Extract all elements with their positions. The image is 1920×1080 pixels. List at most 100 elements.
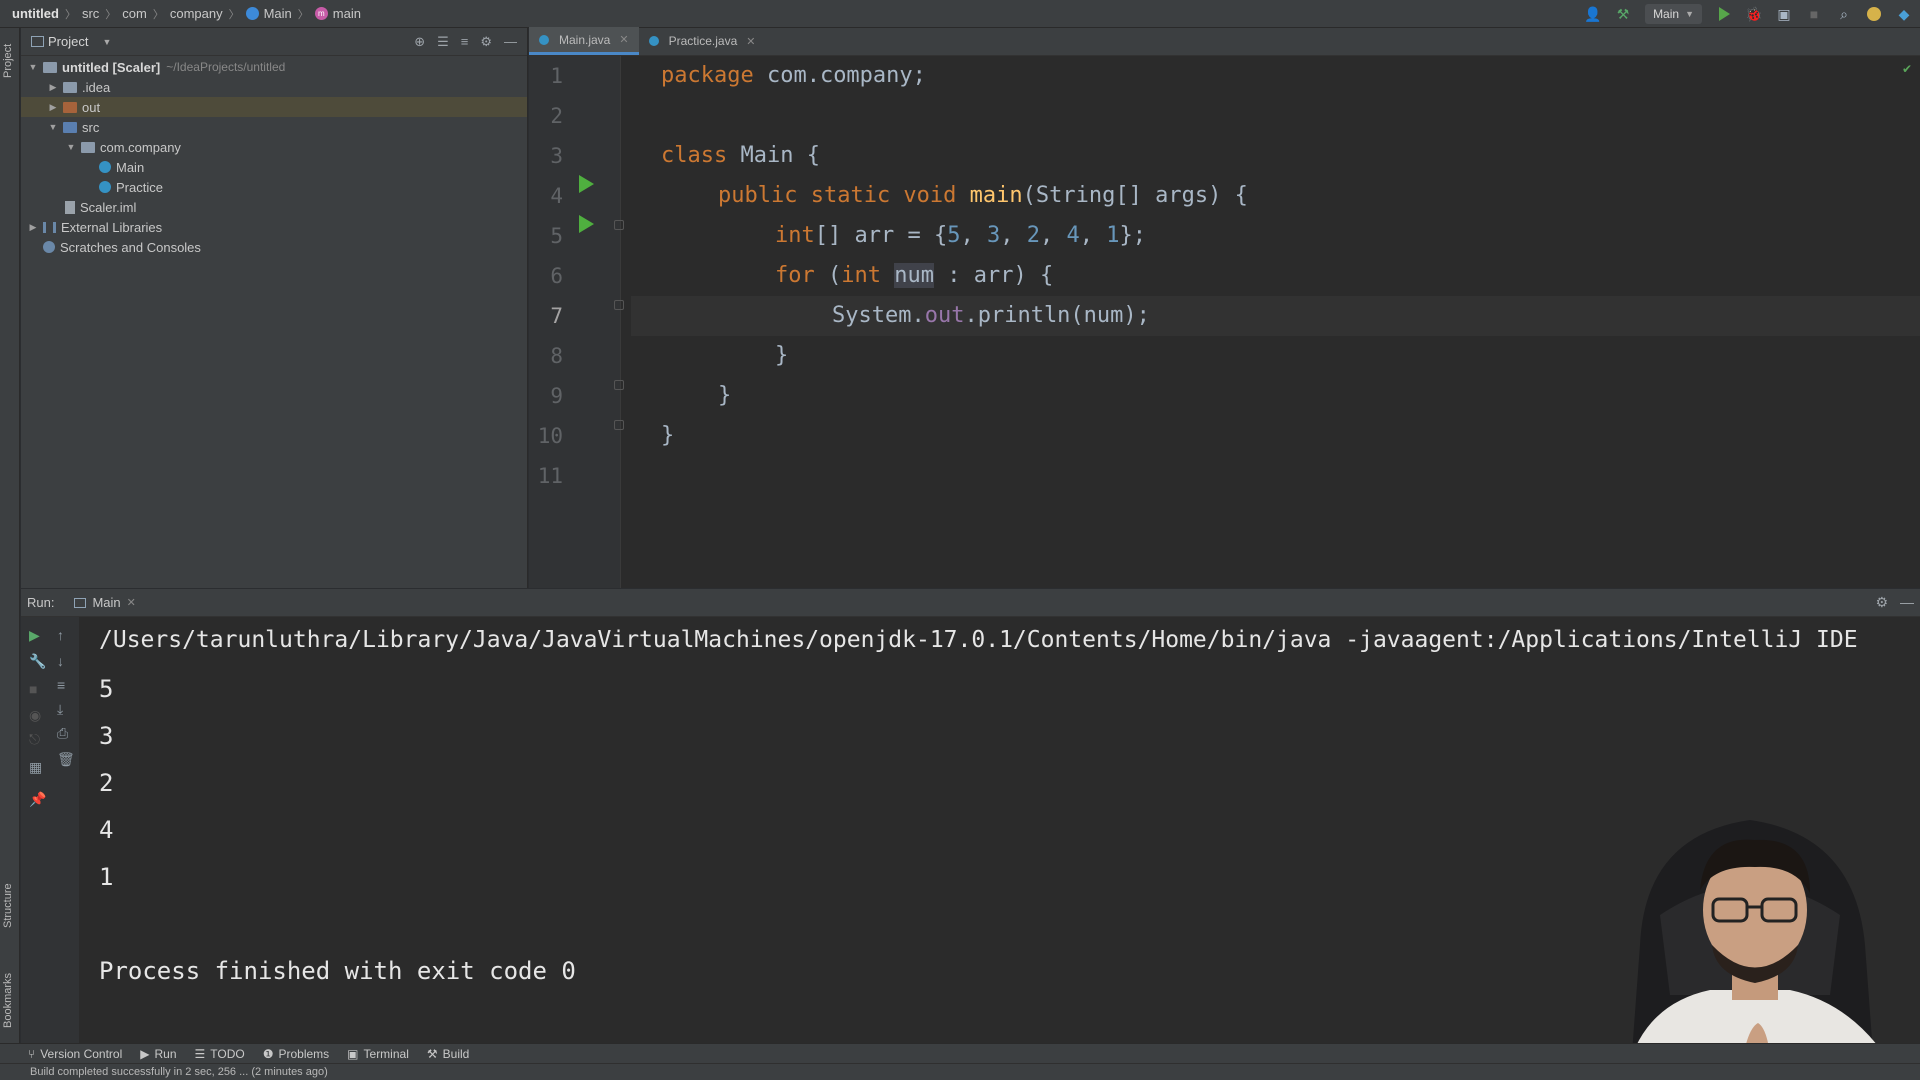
problems-label: Problems (278, 1046, 330, 1061)
tab-practice-java[interactable]: Practice.java ✕ (639, 27, 766, 55)
tree-item-scratches[interactable]: Scratches and Consoles (21, 237, 527, 257)
search-icon[interactable]: ⌕ (1836, 6, 1852, 22)
build-button[interactable]: ⚒ Build (427, 1047, 469, 1061)
tree-item-out[interactable]: ▶ out (21, 97, 527, 117)
main-toolbar: 👤 ⚒ Main ▼ 🐞 ▣ ■ ⌕ ◆ (1584, 0, 1912, 28)
tab-main-java[interactable]: Main.java ✕ (529, 27, 639, 55)
gear-icon[interactable]: ⚙ (1875, 594, 1888, 611)
console-line: 1 (99, 863, 114, 891)
run-button[interactable]: ▶ Run (140, 1047, 176, 1061)
tree-item-external-libraries[interactable]: ▶ External Libraries (21, 217, 527, 237)
tree-item-scaler-iml[interactable]: Scaler.iml (21, 197, 527, 217)
code-line-4: public static void main(String[] args) { (718, 183, 1248, 208)
project-view-selector[interactable]: Project (48, 34, 88, 49)
chevron-down-icon[interactable]: ▼ (65, 142, 77, 152)
todo-button[interactable]: ☰ TODO (195, 1047, 245, 1061)
breadcrumb-separator-icon: 〉 (64, 8, 76, 21)
scroll-up-icon[interactable]: ↑ (57, 627, 64, 643)
trash-icon[interactable]: 🗑 (57, 751, 75, 768)
coverage-icon[interactable]: ▣ (1776, 6, 1792, 22)
close-icon[interactable]: ✕ (127, 596, 136, 609)
structure-tool-button[interactable]: Structure (2, 883, 14, 928)
version-control-button[interactable]: ⑂ Version Control (28, 1047, 122, 1061)
scratches-icon (43, 241, 55, 253)
run-main-gutter-icon[interactable] (579, 215, 594, 233)
fold-marker-icon[interactable] (614, 420, 624, 430)
locate-icon[interactable]: ⊕ (414, 34, 425, 50)
tree-item-src[interactable]: ▼ src (21, 117, 527, 137)
run-tab-label: Main (92, 595, 121, 610)
tree-item-package[interactable]: ▼ com.company (21, 137, 527, 157)
chevron-down-icon[interactable]: ▼ (102, 37, 111, 47)
gear-icon[interactable]: ⚙ (480, 34, 492, 50)
fold-marker-icon[interactable] (614, 300, 624, 310)
close-icon[interactable]: ✕ (619, 33, 628, 46)
tree-item-practice-class[interactable]: Practice (21, 177, 527, 197)
run-icon[interactable] (1716, 6, 1732, 22)
project-tree: ▼ untitled [Scaler] ~/IdeaProjects/untit… (21, 56, 527, 257)
left-tool-strip: Project Structure Bookmarks (0, 28, 20, 1054)
current-line-highlight (631, 296, 1920, 336)
class-icon (648, 36, 659, 46)
navigation-bar: untitled 〉 src 〉 com 〉 company 〉 Main 〉 … (0, 0, 1920, 28)
expand-all-icon[interactable]: ☰ (437, 34, 449, 50)
problems-button[interactable]: ❶ Problems (263, 1047, 329, 1061)
chevron-down-icon[interactable]: ▼ (27, 62, 39, 72)
rerun-icon[interactable]: ▶ (29, 627, 40, 644)
hide-icon[interactable]: — (504, 34, 517, 50)
print-icon[interactable]: ⎙ (57, 725, 68, 742)
breadcrumb-main-method[interactable]: m main (314, 6, 361, 21)
hide-icon[interactable]: — (1900, 594, 1914, 611)
run-tab-main[interactable]: Main ✕ (74, 595, 136, 610)
fold-marker-icon[interactable] (614, 380, 624, 390)
scroll-down-icon[interactable]: ↓ (57, 653, 64, 669)
package-icon (81, 141, 95, 153)
terminal-button[interactable]: ▣ Terminal (347, 1047, 409, 1061)
debug-icon[interactable]: 🐞 (1745, 6, 1762, 22)
stop-icon[interactable]: ■ (29, 681, 37, 697)
terminal-label: Terminal (363, 1046, 409, 1061)
tree-item-idea[interactable]: ▶ .idea (21, 77, 527, 97)
chevron-down-icon[interactable]: ▼ (47, 122, 59, 132)
camera-icon[interactable]: ◉ (29, 707, 41, 724)
breadcrumb-com[interactable]: com (122, 6, 147, 21)
soft-wrap-icon[interactable]: ≡ (57, 677, 65, 693)
tree-item-project-root[interactable]: ▼ untitled [Scaler] ~/IdeaProjects/untit… (21, 57, 527, 77)
fold-marker-icon[interactable] (614, 220, 624, 230)
chevron-right-icon[interactable]: ▶ (47, 82, 59, 93)
no-problems-check-icon[interactable]: ✔ (1902, 62, 1912, 76)
scroll-to-end-icon[interactable]: ⤓ (57, 701, 63, 718)
project-view-icon (31, 36, 44, 47)
breadcrumb-main-class-label: Main (263, 6, 292, 21)
pin-icon[interactable]: 📌 (29, 791, 46, 808)
status-message[interactable]: Build completed successfully in 2 sec, 2… (30, 1066, 328, 1078)
plugin-icon[interactable]: ◆ (1896, 6, 1912, 22)
layout-icon[interactable]: ▦ (29, 759, 42, 776)
breadcrumb: untitled 〉 src 〉 com 〉 company 〉 Main 〉 … (0, 0, 361, 28)
run-header: Run: Main ✕ ⚙ — (21, 589, 1920, 617)
run-class-gutter-icon[interactable] (579, 175, 594, 193)
collapse-all-icon[interactable]: ≡ (461, 34, 469, 50)
update-icon[interactable] (1866, 6, 1882, 22)
project-tool-button[interactable]: Project (2, 44, 14, 78)
breadcrumb-project[interactable]: untitled (12, 6, 59, 21)
close-icon[interactable]: ✕ (746, 35, 755, 48)
bookmarks-tool-button[interactable]: Bookmarks (2, 973, 14, 1028)
wrench-icon[interactable]: 🔧 (29, 653, 46, 670)
breadcrumb-main-method-label: main (332, 6, 361, 21)
breadcrumb-src[interactable]: src (82, 6, 99, 21)
tree-item-main-class[interactable]: Main (21, 157, 527, 177)
line-number: 9 (550, 384, 563, 408)
build-hammer-icon[interactable]: ⚒ (1615, 6, 1631, 22)
run-configuration-selector[interactable]: Main ▼ (1645, 4, 1702, 24)
breadcrumb-company[interactable]: company (170, 6, 223, 21)
chevron-right-icon[interactable]: ▶ (47, 102, 59, 113)
exit-icon[interactable]: ⎋ (29, 731, 40, 748)
problems-icon: ❶ (262, 1046, 274, 1061)
iml-file-icon (65, 200, 75, 214)
todo-label: TODO (210, 1046, 245, 1061)
stop-icon[interactable]: ■ (1806, 6, 1822, 22)
chevron-right-icon[interactable]: ▶ (27, 222, 39, 233)
breadcrumb-main-class[interactable]: Main (245, 6, 292, 21)
user-icon[interactable]: 👤 (1584, 6, 1601, 22)
